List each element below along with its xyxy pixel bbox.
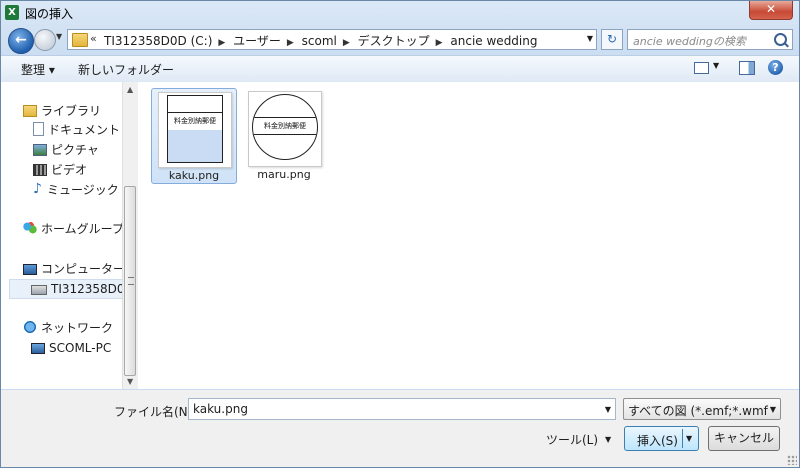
insert-label: 挿入(S) <box>637 434 678 448</box>
stamp-text: 料金別納郵便 <box>253 117 317 135</box>
navigation-row: ← ▼ « TI312358D0D (C:) ▶ ユーザー ▶ scoml ▶ デスク… <box>1 25 799 55</box>
split-divider <box>682 429 683 448</box>
grip-icon <box>128 277 134 285</box>
sidebar-item-libraries[interactable]: ライブラリ <box>23 102 101 120</box>
network-icon <box>23 320 37 334</box>
folder-icon <box>72 33 88 47</box>
preview-pane-icon[interactable] <box>739 61 755 75</box>
breadcrumb-item-desktop[interactable]: デスクトップ <box>358 34 430 48</box>
insert-button[interactable]: 挿入(S) ▼ <box>624 426 699 451</box>
sidebar-item-videos[interactable]: ビデオ <box>33 161 87 179</box>
filename-input[interactable]: kaku.png ▼ <box>188 398 616 420</box>
filename-dropdown-icon[interactable]: ▼ <box>605 405 611 414</box>
excel-icon: X <box>5 5 19 20</box>
search-input[interactable]: ancie weddingの検索 <box>627 29 793 50</box>
tools-button[interactable]: ツール(L) <box>546 431 598 448</box>
breadcrumb-item-users[interactable]: ユーザー <box>233 34 281 48</box>
sidebar-item-music[interactable]: ミュージック <box>33 180 119 199</box>
new-folder-button[interactable]: 新しいフォルダー <box>78 61 174 78</box>
picture-icon <box>33 144 47 156</box>
breadcrumb-item-ancie-wedding[interactable]: ancie wedding <box>450 34 537 48</box>
help-icon[interactable]: ? <box>768 60 783 75</box>
sidebar-item-pictures[interactable]: ピクチャ <box>33 141 99 159</box>
breadcrumb-separator-icon[interactable]: ▶ <box>218 38 225 48</box>
scroll-thumb[interactable] <box>124 186 136 376</box>
circle-stamp-graphic: 料金別納郵便 <box>252 94 318 160</box>
breadcrumb-item-scoml[interactable]: scoml <box>302 34 337 48</box>
file-type-select[interactable]: すべての図 (*.emf;*.wmf;*.j ▼ <box>623 398 781 420</box>
search-icon[interactable] <box>774 33 787 46</box>
sidebar-item-homegroup[interactable]: ホームグループ <box>23 220 124 238</box>
address-dropdown-icon[interactable]: ▼ <box>587 34 593 43</box>
music-icon <box>33 180 43 198</box>
sidebar-item-computer[interactable]: コンピューター <box>23 260 125 278</box>
sidebar-item-label: ミュージック <box>47 183 119 197</box>
filename-value: kaku.png <box>193 402 248 416</box>
dialog-footer: ファイル名(N): kaku.png ▼ すべての図 (*.emf;*.wmf;… <box>1 390 799 467</box>
change-view-icon[interactable] <box>694 62 709 74</box>
forward-button[interactable] <box>34 29 56 51</box>
file-type-value: すべての図 (*.emf;*.wmf;*.j <box>628 404 768 418</box>
path-overflow-chevron[interactable]: « <box>90 32 97 45</box>
homegroup-icon <box>23 221 37 235</box>
rectangle-stamp-graphic: 料金別納郵便 <box>167 95 223 163</box>
scroll-down-icon[interactable]: ▼ <box>127 377 133 386</box>
sidebar-item-label: ホームグループ <box>41 222 124 236</box>
sidebar-item-label: ライブラリ <box>41 104 102 118</box>
sidebar-item-documents[interactable]: ドキュメント <box>33 121 120 139</box>
close-button[interactable]: ✕ <box>749 1 793 20</box>
breadcrumb: TI312358D0D (C:) ▶ ユーザー ▶ scoml ▶ デスクトップ ▶ a… <box>104 32 541 48</box>
sidebar-item-label: ドキュメント <box>48 123 121 137</box>
insert-dropdown-icon[interactable]: ▼ <box>686 434 692 443</box>
file-name: kaku.png <box>168 169 220 182</box>
view-options-dropdown[interactable]: ▼ <box>713 61 719 70</box>
sidebar-item-scoml-pc[interactable]: SCOML-PC <box>31 339 111 357</box>
search-placeholder: ancie weddingの検索 <box>633 35 746 48</box>
navigation-scrollbar[interactable]: ▲ ▼ <box>122 82 138 389</box>
address-bar[interactable]: « TI312358D0D (C:) ▶ ユーザー ▶ scoml ▶ デスクトップ ▶… <box>67 29 597 50</box>
recent-pages-dropdown[interactable]: ▼ <box>56 32 62 41</box>
file-item-kaku[interactable]: 料金別納郵便 kaku.png <box>151 88 237 184</box>
drive-icon <box>31 285 47 295</box>
video-icon <box>33 164 47 176</box>
breadcrumb-separator-icon[interactable]: ▶ <box>436 38 443 48</box>
sidebar-item-label: ピクチャ <box>51 143 99 157</box>
breadcrumb-item-drive[interactable]: TI312358D0D (C:) <box>104 34 212 48</box>
image-thumbnail: 料金別納郵便 <box>248 91 322 167</box>
breadcrumb-separator-icon[interactable]: ▶ <box>287 38 294 48</box>
title-bar: X 図の挿入 ✕ <box>1 1 799 25</box>
cancel-button[interactable]: キャンセル <box>708 426 780 451</box>
file-type-dropdown-icon[interactable]: ▼ <box>770 405 776 414</box>
rectangle-fill <box>168 130 222 162</box>
breadcrumb-separator-icon[interactable]: ▶ <box>343 38 350 48</box>
pc-icon <box>31 343 45 354</box>
document-icon <box>33 122 44 136</box>
file-list-pane: 料金別納郵便 kaku.png 料金別納郵便 maru.png <box>138 82 799 389</box>
computer-icon <box>23 264 37 275</box>
refresh-button[interactable]: ↻ <box>601 29 623 50</box>
file-name: maru.png <box>257 168 311 181</box>
sidebar-item-label: ビデオ <box>51 163 88 177</box>
sidebar-item-label: SCOML-PC <box>49 341 112 355</box>
window-title: 図の挿入 <box>25 7 74 21</box>
insert-picture-dialog: X 図の挿入 ✕ ← ▼ « TI312358D0D (C:) ▶ ユーザー ▶ s… <box>0 0 800 468</box>
sidebar-item-network[interactable]: ネットワーク <box>23 319 113 337</box>
sidebar-item-label: ネットワーク <box>41 321 114 335</box>
library-icon <box>23 105 37 117</box>
sidebar-item-label: コンピューター <box>41 262 126 276</box>
tools-dropdown-icon[interactable]: ▼ <box>605 435 611 444</box>
stamp-text: 料金別納郵便 <box>168 112 222 131</box>
command-toolbar: 整理 ▾ 新しいフォルダー ▼ ? <box>1 55 799 83</box>
file-item-maru[interactable]: 料金別納郵便 maru.png <box>242 88 328 184</box>
filename-label: ファイル名(N): <box>114 405 197 419</box>
navigation-pane: ライブラリ ドキュメント ピクチャ ビデオ ミュージック ホームグループ コンピ… <box>1 82 138 389</box>
scroll-up-icon[interactable]: ▲ <box>127 85 133 94</box>
resize-grip-icon[interactable] <box>787 455 797 465</box>
organize-button[interactable]: 整理 ▾ <box>21 61 55 78</box>
image-thumbnail: 料金別納郵便 <box>158 92 232 168</box>
back-button[interactable]: ← <box>8 28 34 54</box>
